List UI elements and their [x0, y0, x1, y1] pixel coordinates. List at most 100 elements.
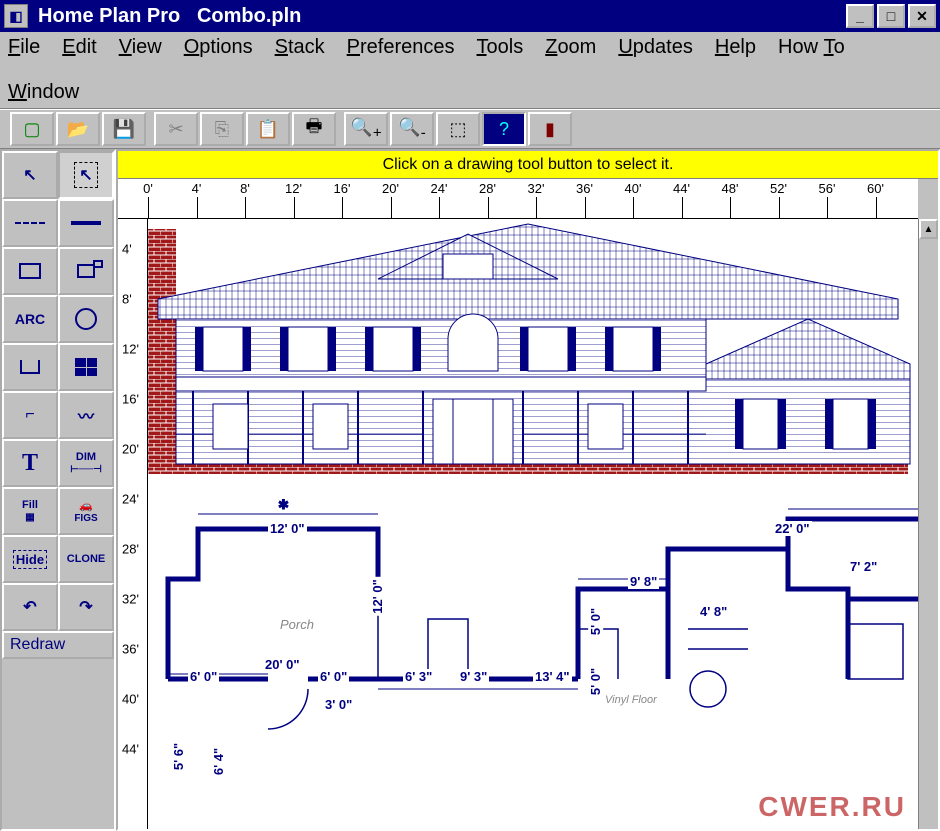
title-bar: ◧ Home Plan Pro Combo.pln _ □ ✕	[0, 0, 940, 32]
circle-tool[interactable]	[58, 295, 114, 343]
redraw-button[interactable]: Redraw	[2, 631, 114, 659]
ruler-v-tick: 28'	[122, 542, 139, 557]
copy-button[interactable]: ⎘	[200, 112, 244, 146]
ruler-h-tick: 20'	[382, 181, 399, 196]
porch-label: Porch	[278, 617, 316, 632]
arc-tool[interactable]: ARC	[2, 295, 58, 343]
ushape-icon	[20, 360, 40, 374]
ruler-v-tick: 12'	[122, 342, 139, 357]
menu-edit[interactable]: Edit	[62, 36, 96, 59]
hide-tool[interactable]: Hide	[2, 535, 58, 583]
undo-button[interactable]: ↶	[2, 583, 58, 631]
curve-tool[interactable]: ⌐	[2, 391, 58, 439]
dashed-line-tool[interactable]	[2, 199, 58, 247]
fill-tool[interactable]: Fill▦	[2, 487, 58, 535]
exit-button[interactable]: ▮	[528, 112, 572, 146]
menu-tools[interactable]: Tools	[477, 36, 524, 59]
select-rect-tool[interactable]: ↖	[58, 151, 114, 199]
hint-bar: Click on a drawing tool button to select…	[118, 151, 938, 179]
menu-window[interactable]: Window	[8, 81, 79, 104]
dim-l: 22' 0"	[773, 521, 812, 536]
ruler-h-tick: 32'	[528, 181, 545, 196]
zoom-window-button[interactable]: ⬚	[436, 112, 480, 146]
dashed-line-icon	[15, 222, 45, 224]
grid-tool[interactable]	[58, 343, 114, 391]
menu-zoom[interactable]: Zoom	[545, 36, 596, 59]
redo-icon: ↷	[79, 597, 92, 617]
main-toolbar: ▢ 📂 💾 ✂ ⎘ 📋 🖶 🔍+ 🔍- ⬚ ? ▮	[0, 109, 940, 149]
menu-howto[interactable]: How To	[778, 36, 845, 59]
menu-file[interactable]: File	[8, 36, 40, 59]
clone-tool[interactable]: CLONE	[58, 535, 114, 583]
dim-q: 6' 4"	[211, 746, 226, 777]
select-rect-icon: ↖	[74, 162, 97, 188]
cut-button[interactable]: ✂	[154, 112, 198, 146]
curve-icon: ⌐	[25, 406, 34, 424]
vertical-scrollbar[interactable]: ▲	[918, 219, 938, 829]
dim-i: 13' 4"	[533, 669, 572, 684]
svg-text:✱: ✱	[278, 497, 289, 512]
dim-b: 12' 0"	[370, 577, 385, 616]
minimize-button[interactable]: _	[846, 4, 874, 28]
polygon-tool[interactable]	[58, 247, 114, 295]
figs-tool[interactable]: 🚗FIGS	[58, 487, 114, 535]
menu-view[interactable]: View	[119, 36, 162, 59]
ruler-v-tick: 16'	[122, 392, 139, 407]
ruler-h-tick: 40'	[625, 181, 642, 196]
paste-button[interactable]: 📋	[246, 112, 290, 146]
ruler-h-tick: 56'	[819, 181, 836, 196]
grid-icon	[75, 358, 97, 376]
ruler-h-tick: 28'	[479, 181, 496, 196]
text-icon: T	[22, 450, 38, 477]
ushape-tool[interactable]	[2, 343, 58, 391]
copy-icon: ⎘	[215, 119, 229, 140]
dim-j: 9' 8"	[628, 574, 659, 589]
cut-icon: ✂	[168, 119, 183, 140]
dim-p: 5' 6"	[171, 741, 186, 772]
close-button[interactable]: ✕	[908, 4, 936, 28]
ruler-h-tick: 52'	[770, 181, 787, 196]
fill-icon: Fill▦	[22, 499, 38, 523]
paste-icon: 📋	[257, 119, 279, 140]
hide-icon: Hide	[13, 550, 47, 569]
ruler-v-tick: 36'	[122, 642, 139, 657]
menu-preferences[interactable]: Preferences	[347, 36, 455, 59]
ruler-h-tick: 0'	[143, 181, 153, 196]
circle-icon	[75, 308, 97, 330]
arrow-nw-icon: ↖	[23, 165, 36, 185]
ruler-h-tick: 60'	[867, 181, 884, 196]
save-button[interactable]: 💾	[102, 112, 146, 146]
ruler-v-tick: 44'	[122, 742, 139, 757]
pointer-tool[interactable]: ↖	[2, 151, 58, 199]
solid-line-tool[interactable]	[58, 199, 114, 247]
rectangle-tool[interactable]	[2, 247, 58, 295]
drawing-canvas[interactable]: ✱ 12' 0" 12' 0" 20' 0" 6' 0" 6' 0" 3' 0"…	[148, 219, 918, 829]
maximize-button[interactable]: □	[877, 4, 905, 28]
dim-k: 4' 8"	[698, 604, 729, 619]
dim-f: 3' 0"	[323, 697, 354, 712]
print-button[interactable]: 🖶	[292, 112, 336, 146]
zoom-out-button[interactable]: 🔍-	[390, 112, 434, 146]
vinyl-label: Vinyl Floor	[603, 694, 659, 706]
dim-m: 7' 2"	[848, 559, 879, 574]
scroll-up-icon[interactable]: ▲	[919, 219, 938, 239]
new-button[interactable]: ▢	[10, 112, 54, 146]
folder-open-icon: 📂	[67, 119, 89, 140]
watermark: CWER.RU	[758, 791, 906, 823]
zoom-in-button[interactable]: 🔍+	[344, 112, 388, 146]
dim-n: 5' 0"	[588, 606, 603, 637]
menu-options[interactable]: Options	[184, 36, 253, 59]
text-tool[interactable]: T	[2, 439, 58, 487]
menu-updates[interactable]: Updates	[618, 36, 693, 59]
open-button[interactable]: 📂	[56, 112, 100, 146]
menu-help[interactable]: Help	[715, 36, 756, 59]
canvas-area: Click on a drawing tool button to select…	[116, 149, 940, 831]
wave-tool[interactable]: 〰	[58, 391, 114, 439]
ruler-h-tick: 24'	[431, 181, 448, 196]
menu-stack[interactable]: Stack	[275, 36, 325, 59]
ruler-horizontal: 0'4'8'12'16'20'24'28'32'36'40'44'48'52'5…	[118, 179, 918, 219]
redo-button[interactable]: ↷	[58, 583, 114, 631]
dimension-tool[interactable]: DIM⊢──⊣	[58, 439, 114, 487]
help-icon: ?	[499, 119, 509, 140]
help-button[interactable]: ?	[482, 112, 526, 146]
